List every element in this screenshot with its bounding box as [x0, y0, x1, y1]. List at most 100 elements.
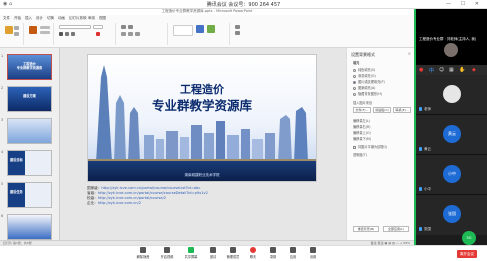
tab-animations[interactable]: 动画 [58, 16, 65, 21]
participant-tile[interactable]: 张国 张国 [416, 195, 487, 235]
slide-thumbnail-6[interactable] [7, 214, 52, 240]
speaker-notes[interactable]: 国家级：http://zyk.icve.com.cn/portal/course… [87, 186, 337, 212]
slide-thumbnail-1[interactable]: 工程造价 专业群教学资源库 [7, 54, 52, 80]
apps-icon [290, 247, 296, 253]
offset-top[interactable]: 偏移量上(O) [353, 130, 371, 135]
ribbon-group-drawing [170, 23, 230, 45]
emoji-icon[interactable]: ☺ [439, 67, 444, 73]
slide-thumbnail-4[interactable]: 建设目标 [7, 150, 52, 176]
participant-tile[interactable]: 黄云 黄云 [416, 115, 487, 155]
mic-icon [419, 227, 422, 231]
share-screen-button[interactable]: 共享屏幕 [180, 247, 202, 259]
settings-button[interactable]: 设置 [302, 247, 324, 259]
close-icon[interactable]: × [408, 51, 411, 56]
lang-icon[interactable]: 中 [429, 67, 434, 74]
network-badge[interactable]: 5G [462, 231, 476, 245]
grid-icon[interactable]: ▦ [449, 67, 454, 73]
paste-icon[interactable] [5, 26, 13, 34]
format-background-pane: 设置背景格式 × 填充 纯色填充(S) 渐变填充(G) 图片或纹理填充(P) 图… [346, 48, 414, 240]
thumb-number: 1 [1, 54, 4, 58]
italic-icon[interactable] [65, 32, 69, 36]
slide-thumbnails-pane: 1 工程造价 专业群教学资源库 2 建设方案 3 4 建设目标 5 建设任务 6 [0, 48, 60, 240]
tab-file[interactable]: 文件 [3, 16, 10, 21]
mic-icon [419, 107, 422, 111]
host-video[interactable]: 工程造价专业群 · 刘老师(主持人, 我) [416, 9, 487, 65]
participant-tile[interactable]: 老师 [416, 75, 487, 115]
option-solid-fill[interactable]: 纯色填充(S) [353, 67, 375, 72]
font-name-select[interactable] [59, 25, 91, 29]
option-hide-background[interactable]: 隐藏背景图形(H) [353, 91, 382, 96]
find-icon[interactable] [235, 25, 240, 29]
font-color-icon[interactable] [96, 32, 100, 36]
apps-button[interactable]: 应用 [282, 247, 304, 259]
host-name: 工程造价专业群 · 刘老师(主持人, 我) [419, 37, 477, 41]
record-button[interactable]: 录制 [262, 247, 284, 259]
section-fill: 填充 [353, 61, 360, 65]
reset-background-button[interactable]: 重置背景(B) [353, 226, 379, 232]
invite-button[interactable]: 邀请 [202, 247, 224, 259]
tab-review[interactable]: 审阅 [88, 16, 95, 21]
ribbon-group-clipboard [2, 23, 24, 45]
record-icon[interactable]: ● [419, 67, 423, 73]
shapes-gallery[interactable] [173, 25, 193, 36]
cut-icon[interactable] [14, 26, 19, 30]
slide-title-line2[interactable]: 专业群教学资源库 [88, 95, 316, 114]
offset-bottom[interactable]: 偏移量下(M) [353, 136, 371, 141]
numbering-icon[interactable] [128, 25, 133, 29]
thumb-number: 4 [1, 150, 4, 154]
participant-tile[interactable]: 小中 小中 [416, 155, 487, 195]
offset-left[interactable]: 偏移量左(L) [353, 118, 370, 123]
reset-icon[interactable] [40, 31, 50, 34]
leave-meeting-button[interactable]: 离开会议 [457, 250, 477, 258]
tab-home[interactable]: 开始 [14, 16, 21, 21]
underline-icon[interactable] [71, 32, 75, 36]
meeting-toolbar: 解除静音 开启视频 共享屏幕 邀请 管理成员 聊天 录制 应用 设置 离开会议 [0, 245, 487, 261]
align-right-icon[interactable] [135, 32, 140, 36]
apply-all-button[interactable]: 全部应用(L) [383, 226, 409, 232]
participant-name: 张国 [419, 227, 431, 232]
tab-transitions[interactable]: 切换 [47, 16, 54, 21]
slide-thumbnail-5[interactable]: 建设任务 [7, 182, 52, 208]
chat-button[interactable]: 聊天 [242, 247, 264, 259]
unmute-button[interactable]: 解除静音 [132, 247, 154, 259]
current-slide[interactable]: 工程造价 专业群教学资源库 湖南城建职业技术学院 [87, 54, 317, 182]
new-slide-icon[interactable] [29, 26, 37, 34]
tile-checkbox[interactable]: 将图片平铺为纹理(I) [353, 144, 387, 149]
start-video-button[interactable]: 开启视频 [156, 247, 178, 259]
alert-icon[interactable]: ◆ [472, 67, 476, 73]
host-avatar [444, 43, 458, 57]
online-button[interactable]: 联机(E)... [393, 107, 411, 113]
city-skyline-image [88, 55, 316, 181]
tab-view[interactable]: 视图 [99, 16, 106, 21]
font-size-select[interactable] [93, 25, 103, 29]
clipboard-button[interactable]: 剪贴板(C) [373, 107, 391, 113]
arrange-icon[interactable] [196, 25, 204, 33]
copy-icon[interactable] [14, 32, 19, 36]
transparency-slider[interactable]: 透明度(T) [353, 152, 367, 157]
tab-design[interactable]: 设计 [36, 16, 43, 21]
align-left-icon[interactable] [121, 32, 126, 36]
slide-thumbnail-3[interactable] [7, 118, 52, 144]
option-pattern-fill[interactable]: 图案填充(A) [353, 85, 375, 90]
layout-icon[interactable] [40, 26, 50, 29]
option-gradient-fill[interactable]: 渐变填充(G) [353, 73, 376, 78]
option-picture-fill[interactable]: 图片或纹理填充(P) [353, 79, 385, 84]
bold-icon[interactable] [59, 32, 63, 36]
participant-avatar: 小中 [443, 165, 461, 183]
window-controls[interactable]: — ☐ ✕ [446, 1, 483, 7]
offset-right[interactable]: 偏移量右(R) [353, 124, 370, 129]
quick-styles-icon[interactable] [207, 25, 215, 33]
tab-slideshow[interactable]: 幻灯片放映 [69, 16, 87, 21]
align-center-icon[interactable] [128, 32, 133, 36]
hand-icon[interactable]: ✋ [459, 67, 465, 73]
thumb-number: 5 [1, 182, 4, 186]
insert-picture-label: 插入图片来自 [353, 101, 373, 105]
file-button[interactable]: 文件(F)... [353, 107, 371, 113]
meeting-titlebar: ◉ ⌂ 腾讯会议 会议号：900 264 457 — ☐ ✕ [0, 0, 487, 9]
tab-insert[interactable]: 插入 [25, 16, 32, 21]
replace-icon[interactable] [235, 31, 240, 35]
manage-members-button[interactable]: 管理成员 [222, 247, 244, 259]
slide-thumbnail-2[interactable]: 建设方案 [7, 86, 52, 112]
thumb-number: 3 [1, 118, 4, 122]
bullets-icon[interactable] [121, 25, 126, 29]
